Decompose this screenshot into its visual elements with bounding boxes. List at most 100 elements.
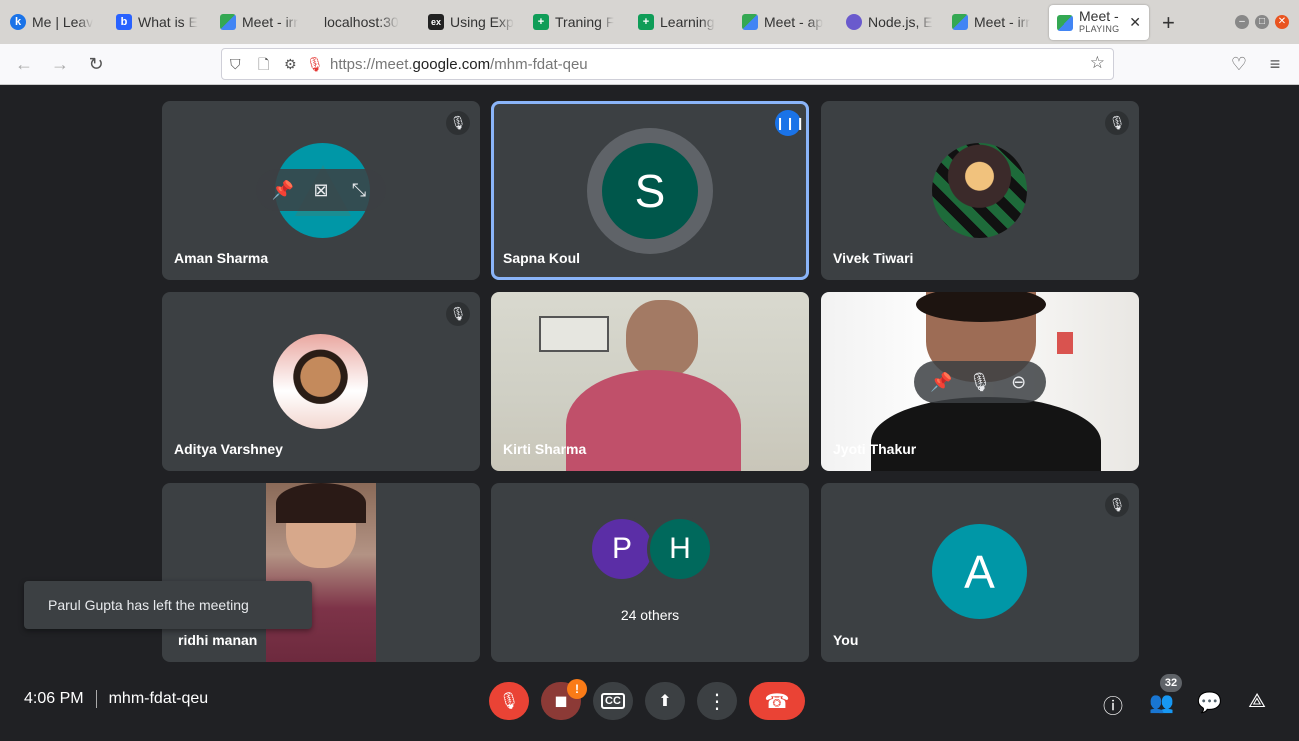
pin-icon[interactable]: 📌 [925, 372, 957, 393]
close-tab-icon[interactable]: ✕ [1129, 14, 1141, 31]
avatar: S [602, 143, 698, 239]
mic-off-icon: 🎙 [1105, 493, 1129, 517]
more-vertical-icon: ⋮ [707, 690, 727, 713]
participant-tile-aditya-varshney[interactable]: 🎙 Aditya Varshney [162, 292, 480, 471]
sheets-favicon-icon: + [533, 14, 549, 30]
meet-favicon-icon [1057, 14, 1073, 31]
minimize-window-button[interactable]: – [1235, 15, 1249, 29]
tab-favicon-icon: ex [428, 14, 444, 30]
pocket-icon[interactable]: ♡ [1228, 54, 1250, 74]
avatar: P [589, 516, 655, 582]
participant-tile-ridhi-manan[interactable]: ridhi manan [162, 483, 480, 662]
audio-level-icon: ❙❙❙ [775, 110, 805, 136]
avatar: H [647, 516, 713, 582]
captions-icon: CC [601, 693, 625, 709]
video-body [871, 397, 1101, 471]
mute-participant-icon[interactable]: 🎙 [964, 372, 996, 393]
meeting-details-info-icon[interactable]: ⓘ [1101, 690, 1125, 719]
captions-button[interactable]: CC [593, 682, 633, 720]
sheets-favicon-icon: + [638, 14, 654, 30]
avatar: A [932, 524, 1027, 619]
page-icon[interactable]: 🗋 [258, 55, 269, 73]
meeting-code: mhm-fdat-qeu [108, 690, 209, 707]
activities-icon[interactable]: ⟁ [1245, 690, 1269, 713]
participant-name: Vivek Tiwari [833, 250, 914, 266]
participant-tile-you[interactable]: A 🎙 You [821, 483, 1139, 662]
meet-favicon-icon [952, 14, 968, 30]
tab-favicon-icon: b [116, 14, 132, 30]
browser-tab-3[interactable]: Meet - irr [220, 8, 312, 36]
tab-favicon-icon: k [10, 14, 26, 30]
shield-icon[interactable]: ⛉ [230, 55, 241, 73]
microphone-icon[interactable]: 🎙 [306, 55, 324, 73]
participant-tile-sapna-koul[interactable]: S ❙❙❙ Sapna Koul [491, 101, 809, 280]
address-bar[interactable]: ⛉ 🗋 ⚙ 🎙 https://meet.google.com/mhm-fdat… [221, 48, 1114, 80]
forward-arrow-icon[interactable]: → [49, 54, 71, 74]
mic-toggle-button[interactable]: 🎙 [489, 682, 529, 720]
meeting-info: 4:06 PM mhm-fdat-qeu [24, 690, 208, 708]
avatar-image [273, 334, 368, 429]
present-screen-button[interactable]: ⬆ [645, 682, 685, 720]
remove-icon[interactable]: ⊖ [1003, 372, 1035, 393]
browser-tab-1[interactable]: k Me | Leav [10, 8, 108, 36]
back-arrow-icon[interactable]: ← [13, 54, 35, 74]
participant-name: Sapna Koul [503, 250, 581, 266]
url-text[interactable]: https://meet.google.com/mhm-fdat-qeu [330, 56, 588, 73]
participant-tile-vivek-tiwari[interactable]: 🎙 Vivek Tiwari [821, 101, 1139, 280]
present-icon: ⬆ [658, 693, 672, 710]
others-count-label: 24 others [620, 607, 680, 623]
participant-tile-aman-sharma[interactable]: 📌 ⊠ ⤡ 🎙 Aman Sharma [162, 101, 480, 280]
tile-hover-controls: 📌 ⊠ ⤡ [256, 169, 386, 211]
participant-name: Jyoti Thakur [833, 441, 917, 457]
new-tab-button[interactable]: + [1162, 10, 1175, 36]
tab-playing-label: PLAYING [1079, 23, 1120, 34]
video-background [539, 316, 609, 352]
meet-favicon-icon [220, 14, 236, 30]
people-icon[interactable]: 👥 [1149, 690, 1174, 715]
participant-name: Aditya Varshney [174, 441, 283, 457]
browser-tab-6[interactable]: + Traning F [533, 8, 629, 36]
minimize-icon[interactable]: ⤡ [343, 180, 375, 201]
participant-name: ridhi manan [178, 632, 258, 648]
bookmark-star-icon[interactable]: ☆ [1090, 54, 1105, 72]
more-options-button[interactable]: ⋮ [697, 682, 737, 720]
browser-tab-5[interactable]: ex Using Exp [428, 8, 524, 36]
maximize-window-button[interactable]: □ [1255, 15, 1269, 29]
pin-icon[interactable]: 📌 [267, 180, 299, 201]
browser-tab-2[interactable]: b What is E [116, 8, 212, 36]
participant-name: Aman Sharma [174, 250, 269, 266]
chat-icon[interactable]: 💬 [1197, 690, 1222, 715]
browser-tab-active[interactable]: Meet - PLAYING ✕ [1049, 5, 1149, 40]
participants-count-badge: 32 [1160, 674, 1182, 692]
mic-off-icon: 🎙 [498, 693, 520, 710]
browser-tab-10[interactable]: Meet - irr [952, 8, 1044, 36]
browser-tab-8[interactable]: Meet - ap [742, 8, 838, 36]
browser-tab-4[interactable]: localhost:30 [324, 8, 420, 36]
browser-tab-bar: k Me | Leav b What is E Meet - irr local… [0, 0, 1299, 44]
participant-name: Kirti Sharma [503, 441, 587, 457]
active-tab-label: Meet - [1079, 9, 1119, 24]
tab-favicon-icon [846, 14, 862, 30]
notification-toast: Parul Gupta has left the meeting [24, 581, 312, 629]
participant-tile-jyoti-thakur[interactable]: 📌 🎙 ⊖ Jyoti Thakur [821, 292, 1139, 471]
participant-tile-others[interactable]: P H 24 others [491, 483, 809, 662]
close-window-button[interactable]: ✕ [1275, 15, 1289, 29]
meet-favicon-icon [742, 14, 758, 30]
mic-off-icon: 🎙 [1105, 111, 1129, 135]
mic-off-icon: 🎙 [446, 302, 470, 326]
browser-tab-9[interactable]: Node.js, E [846, 8, 942, 36]
participant-tile-kirti-sharma[interactable]: Kirti Sharma [491, 292, 809, 471]
divider [95, 690, 97, 708]
permissions-icon[interactable]: ⚙ [284, 55, 297, 73]
hang-up-icon: ☎ [764, 690, 790, 713]
remove-tile-icon[interactable]: ⊠ [305, 180, 337, 201]
avatar-image [932, 143, 1027, 238]
video-background [1057, 332, 1073, 354]
browser-tab-7[interactable]: + Learning [638, 8, 734, 36]
menu-icon[interactable]: ≡ [1264, 54, 1286, 74]
video-face [626, 300, 698, 378]
video-feed [266, 483, 376, 662]
mic-off-icon: 🎙 [446, 111, 470, 135]
reload-icon[interactable]: ↻ [85, 54, 107, 74]
leave-call-button[interactable]: ☎ [749, 682, 805, 720]
